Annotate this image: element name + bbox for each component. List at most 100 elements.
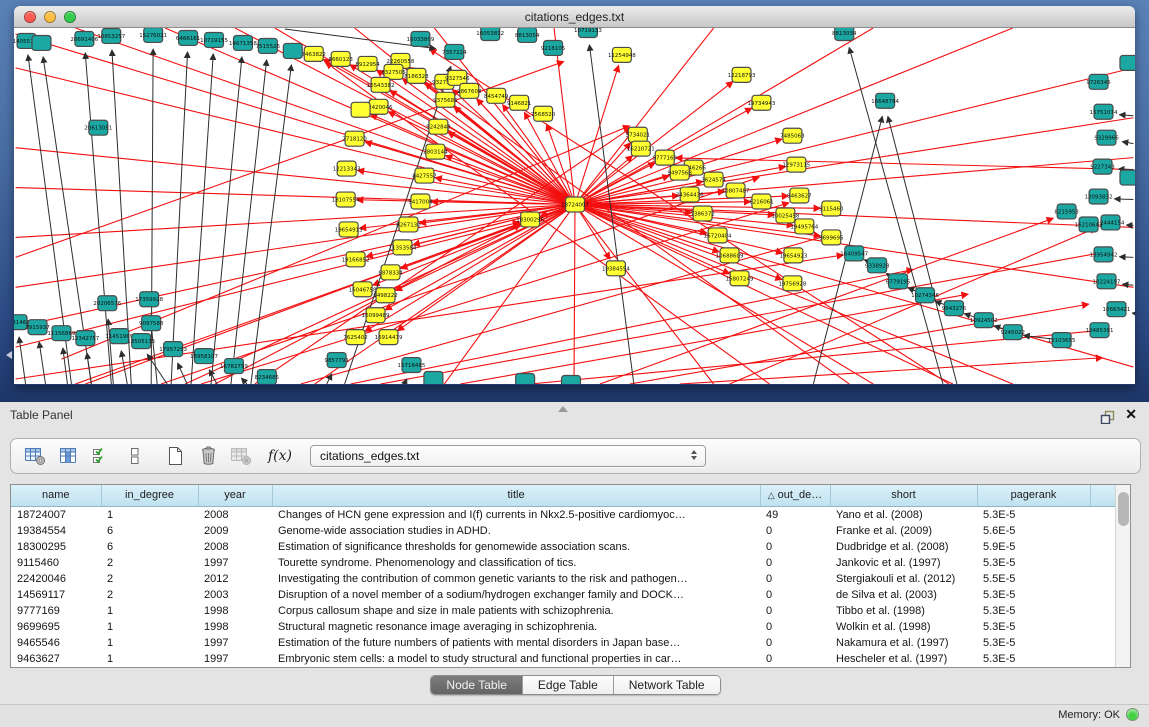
graph-node[interactable]: 15751074 — [1090, 104, 1118, 119]
cell-year[interactable]: 1997 — [198, 555, 272, 571]
cell-out_degree[interactable]: 0 — [760, 587, 830, 603]
cell-in_degree[interactable]: 1 — [101, 603, 198, 619]
select-all-icon[interactable] — [89, 446, 113, 466]
graph-node[interactable]: 20613051 — [84, 120, 112, 135]
cell-pagerank[interactable]: 5.9E-5 — [977, 539, 1090, 555]
graph-node[interactable]: 3915937 — [25, 320, 50, 335]
graph-node[interactable]: 7568520 — [531, 106, 556, 121]
tab-node-table[interactable]: Node Table — [431, 676, 523, 694]
graph-node[interactable]: 2718120 — [342, 131, 367, 146]
graph-node[interactable]: 12973115 — [782, 157, 810, 172]
graph-node[interactable]: 7357224 — [442, 44, 467, 59]
network-view[interactable]: 1872400718300295193845547463822866012389… — [14, 28, 1135, 384]
cell-title[interactable]: Embryonic stem cells: a model to study s… — [272, 651, 760, 667]
cell-year[interactable]: 1997 — [198, 635, 272, 651]
graph-node[interactable]: 9115460 — [819, 201, 844, 216]
graph-node[interactable]: 19654913 — [335, 222, 363, 237]
cell-name[interactable]: 9777169 — [11, 603, 101, 619]
cell-year[interactable]: 2008 — [198, 539, 272, 555]
graph-node[interactable]: 8454749 — [484, 88, 509, 103]
cell-short[interactable]: Nakamura et al. (1997) — [830, 635, 977, 651]
graph-node[interactable]: 9375685 — [433, 92, 457, 107]
column-header-in_degree[interactable]: in_degree — [101, 485, 198, 506]
graph-node[interactable]: 15276021 — [139, 28, 167, 42]
cell-name[interactable]: 9115460 — [11, 555, 101, 571]
cell-in_degree[interactable]: 1 — [101, 651, 198, 667]
cell-title[interactable]: Structural magnetic resonance image aver… — [272, 619, 760, 635]
cell-in_degree[interactable]: 2 — [101, 555, 198, 571]
graph-node[interactable]: 9726345 — [1086, 74, 1110, 89]
cell-in_degree[interactable]: 2 — [101, 587, 198, 603]
graph-node[interactable]: 10224197 — [1093, 274, 1121, 289]
cell-short[interactable]: Franke et al. (2009) — [830, 523, 977, 539]
column-header-out_degree[interactable]: △out_de… — [760, 485, 830, 506]
cell-out_degree[interactable]: 0 — [760, 619, 830, 635]
graph-node[interactable]: 20691406 — [70, 31, 98, 46]
cell-short[interactable]: Hescheler et al. (1997) — [830, 651, 977, 667]
graph-node[interactable]: 7463822 — [302, 46, 326, 61]
cell-short[interactable]: Yano et al. (2008) — [830, 506, 977, 523]
cell-out_degree[interactable]: 0 — [760, 651, 830, 667]
cell-name[interactable]: 9463627 — [11, 651, 101, 667]
table-row[interactable]: 977716911998Corpus callosum shape and si… — [11, 603, 1115, 619]
cell-filler[interactable] — [1090, 619, 1115, 635]
cell-filler[interactable] — [1090, 587, 1115, 603]
table-row[interactable]: 969969511998Structural magnetic resonanc… — [11, 619, 1115, 635]
graph-node[interactable] — [351, 102, 370, 117]
graph-node[interactable]: 13954942 — [1090, 247, 1118, 262]
graph-node[interactable]: 2803144 — [423, 144, 448, 159]
graph-node[interactable] — [32, 35, 51, 50]
graph-node[interactable] — [424, 372, 443, 384]
graph-node[interactable]: 9857791 — [324, 353, 348, 368]
cell-year[interactable]: 2009 — [198, 523, 272, 539]
graph-node[interactable]: 15716485 — [398, 358, 426, 373]
column-header-filler[interactable] — [1090, 485, 1115, 506]
graph-node[interactable]: 16210721 — [627, 141, 655, 156]
graph-node[interactable]: 13505135 — [127, 334, 155, 349]
table-mode-icon[interactable] — [23, 446, 47, 466]
cell-out_degree[interactable]: 0 — [760, 635, 830, 651]
graph-node[interactable]: 19166852 — [342, 252, 370, 267]
graph-node[interactable]: 12213343 — [333, 161, 361, 176]
graph-node[interactable]: 8912954 — [355, 56, 380, 71]
cell-year[interactable]: 2012 — [198, 571, 272, 587]
graph-node[interactable] — [516, 374, 535, 384]
cell-pagerank[interactable]: 5.3E-5 — [977, 619, 1090, 635]
column-header-name[interactable]: name — [11, 485, 101, 506]
function-builder-icon[interactable]: f(x) — [268, 446, 292, 466]
table-row[interactable]: 1938455462009Genome-wide association stu… — [11, 523, 1115, 539]
cell-year[interactable]: 2003 — [198, 587, 272, 603]
cell-out_degree[interactable]: 0 — [760, 603, 830, 619]
graph-node[interactable]: 9338928 — [865, 258, 890, 273]
column-header-title[interactable]: title — [272, 485, 760, 506]
graph-node[interactable]: 7625402 — [343, 330, 367, 345]
column-header-short[interactable]: short — [830, 485, 977, 506]
graph-node[interactable] — [1120, 170, 1135, 185]
graph-node[interactable]: 16648784 — [871, 93, 899, 108]
graph-node[interactable]: 9218105 — [541, 40, 565, 55]
graph-node[interactable]: 10807487 — [722, 183, 750, 198]
cell-pagerank[interactable]: 5.5E-5 — [977, 571, 1090, 587]
cell-pagerank[interactable]: 5.3E-5 — [977, 635, 1090, 651]
graph-node[interactable]: 9245022 — [1001, 325, 1025, 340]
cell-title[interactable]: Genome-wide association studies in ADHD. — [272, 523, 760, 539]
graph-node[interactable]: 10663421 — [1103, 302, 1131, 317]
graph-node[interactable]: 10719155 — [200, 32, 228, 47]
graph-node[interactable]: 16543382 — [367, 77, 395, 92]
table-row[interactable]: 1830029562008Estimation of significance … — [11, 539, 1115, 555]
graph-node[interactable]: 8878334 — [378, 265, 403, 280]
cell-filler[interactable] — [1090, 635, 1115, 651]
cell-pagerank[interactable]: 5.3E-5 — [977, 587, 1090, 603]
cell-title[interactable]: Disruption of a novel member of a sodium… — [272, 587, 760, 603]
cell-title[interactable]: Estimation of significance thresholds fo… — [272, 539, 760, 555]
graph-node[interactable]: 8427552 — [412, 168, 436, 183]
cell-pagerank[interactable]: 5.3E-5 — [977, 651, 1090, 667]
cell-title[interactable]: Corpus callosum shape and size in male p… — [272, 603, 760, 619]
graph-node[interactable]: 7485063 — [780, 128, 805, 143]
graph-node[interactable]: 3624574 — [701, 172, 726, 187]
cell-pagerank[interactable]: 5.3E-5 — [977, 506, 1090, 523]
graph-node[interactable]: 9777169 — [653, 150, 678, 165]
tab-edge-table[interactable]: Edge Table — [523, 676, 614, 694]
graph-node[interactable]: 9497568 — [668, 165, 693, 180]
graph-node[interactable]: 18300295 — [516, 212, 544, 227]
